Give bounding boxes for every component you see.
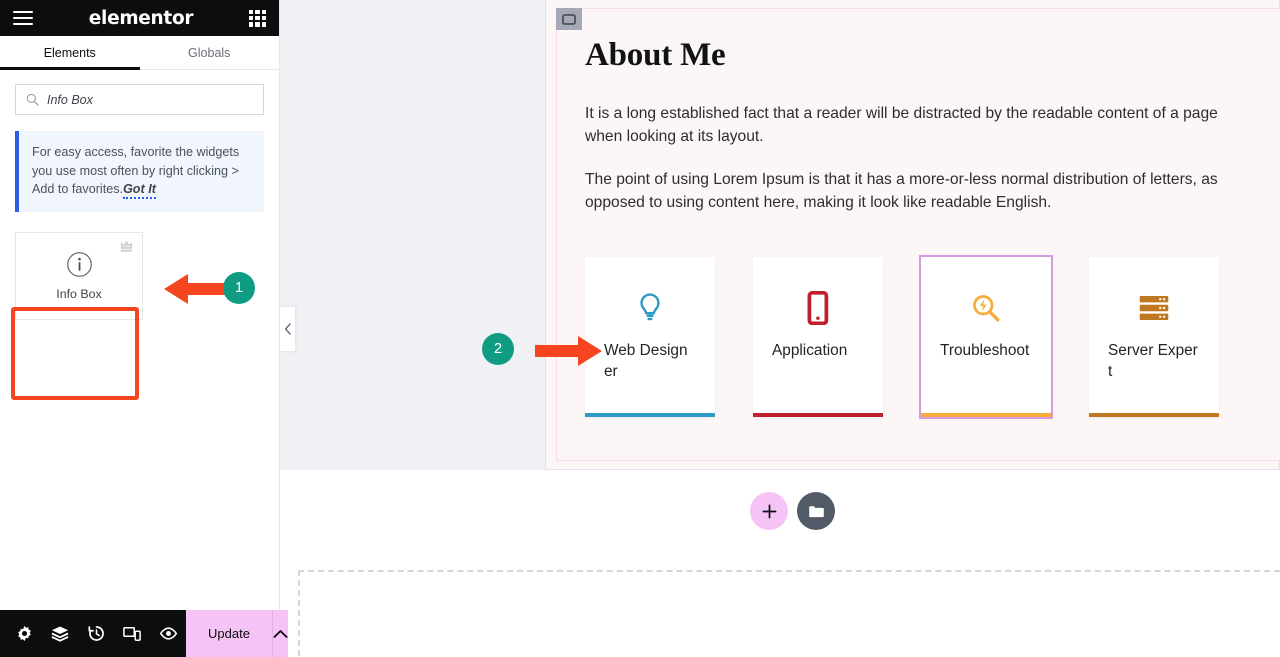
panel-tabs: Elements Globals	[0, 36, 279, 70]
magnifier-bolt-icon	[971, 290, 1001, 326]
info-box-card-application[interactable]: Application	[753, 257, 883, 418]
preview-button[interactable]	[150, 610, 186, 657]
hamburger-icon[interactable]	[13, 10, 33, 26]
drop-zone-area[interactable]	[298, 570, 1280, 657]
info-box-card-title: Web Designer	[604, 342, 688, 381]
column-icon	[562, 13, 576, 25]
editor-canvas[interactable]: About Me It is a long established fact t…	[280, 0, 1280, 657]
canvas-section-about[interactable]: About Me It is a long established fact t…	[280, 0, 1280, 470]
canvas-section-empty[interactable]	[280, 470, 1280, 657]
widget-highlight-outline	[11, 307, 139, 400]
about-paragraph-1: It is a long established fact that a rea…	[585, 105, 1218, 145]
search-icon	[26, 93, 39, 106]
info-box-card-web-designer[interactable]: Web Designer	[585, 257, 715, 418]
panel-footer-toolbar: Update	[0, 610, 288, 657]
elementor-editor: About Me It is a long established fact t…	[0, 0, 1280, 657]
search-widget-container[interactable]	[15, 84, 264, 115]
card-accent-bar	[921, 413, 1051, 418]
card-accent-bar	[1089, 413, 1219, 418]
info-box-card-title: Application	[772, 342, 848, 360]
responsive-mode-button[interactable]	[114, 610, 150, 657]
responsive-icon	[123, 626, 141, 641]
update-options-button[interactable]	[271, 610, 288, 657]
about-paragraph-2: The point of using Lorem Ipsum is that i…	[585, 171, 1218, 211]
pro-badge-icon[interactable]	[119, 239, 134, 253]
add-buttons-group	[750, 492, 835, 530]
panel-header: elementor	[0, 0, 279, 36]
settings-button[interactable]	[6, 610, 42, 657]
info-box-card-server-expert[interactable]: Server Expert	[1089, 257, 1219, 418]
plus-icon	[762, 504, 776, 518]
layers-icon	[51, 626, 69, 642]
canvas-column-left[interactable]	[280, 0, 545, 470]
panel-collapse-handle[interactable]	[280, 306, 296, 352]
lightbulb-icon	[636, 290, 664, 326]
update-button[interactable]: Update	[186, 610, 272, 657]
panel-body: For easy access, favorite the widgets yo…	[0, 70, 279, 610]
card-accent-bar	[585, 413, 715, 418]
info-box-card-title: Server Expert	[1108, 342, 1198, 381]
history-button[interactable]	[78, 610, 114, 657]
got-it-link[interactable]: Got It	[123, 182, 156, 200]
elementor-logo: elementor	[88, 7, 194, 29]
canvas-column-right[interactable]: About Me It is a long established fact t…	[545, 0, 1280, 469]
section-handle[interactable]	[556, 8, 582, 30]
footer-icons-group	[0, 610, 186, 657]
add-template-button[interactable]	[797, 492, 835, 530]
tab-elements[interactable]: Elements	[0, 36, 140, 70]
info-box-card-title: Troubleshoot	[940, 342, 1030, 360]
elementor-panel: elementor Elements Globals For easy acce…	[0, 0, 288, 657]
chevron-left-icon	[284, 323, 291, 335]
page-title: About Me	[585, 37, 726, 73]
card-accent-bar	[753, 413, 883, 418]
apps-grid-icon[interactable]	[248, 9, 266, 27]
eye-icon	[159, 627, 177, 640]
widget-item-info-box[interactable]: Info Box	[15, 231, 143, 320]
server-icon	[1138, 290, 1170, 326]
gear-icon	[17, 625, 31, 642]
navigator-button[interactable]	[42, 610, 78, 657]
folder-icon	[808, 505, 824, 517]
add-new-section-button[interactable]	[750, 492, 788, 530]
history-icon	[87, 626, 104, 641]
mobile-phone-icon	[806, 290, 830, 326]
favorites-notice: For easy access, favorite the widgets yo…	[15, 131, 264, 212]
chevron-up-icon	[273, 629, 288, 638]
canvas-column-inner[interactable]: About Me It is a long established fact t…	[556, 8, 1280, 461]
tab-globals[interactable]: Globals	[140, 36, 280, 69]
info-box-cards-row: Web Designer Application Troubleshoot Se…	[585, 255, 1280, 420]
info-box-card-troubleshoot[interactable]: Troubleshoot	[919, 255, 1053, 420]
search-input[interactable]	[47, 92, 253, 107]
widget-item-label: Info Box	[56, 286, 102, 301]
info-circle-icon	[66, 251, 92, 277]
